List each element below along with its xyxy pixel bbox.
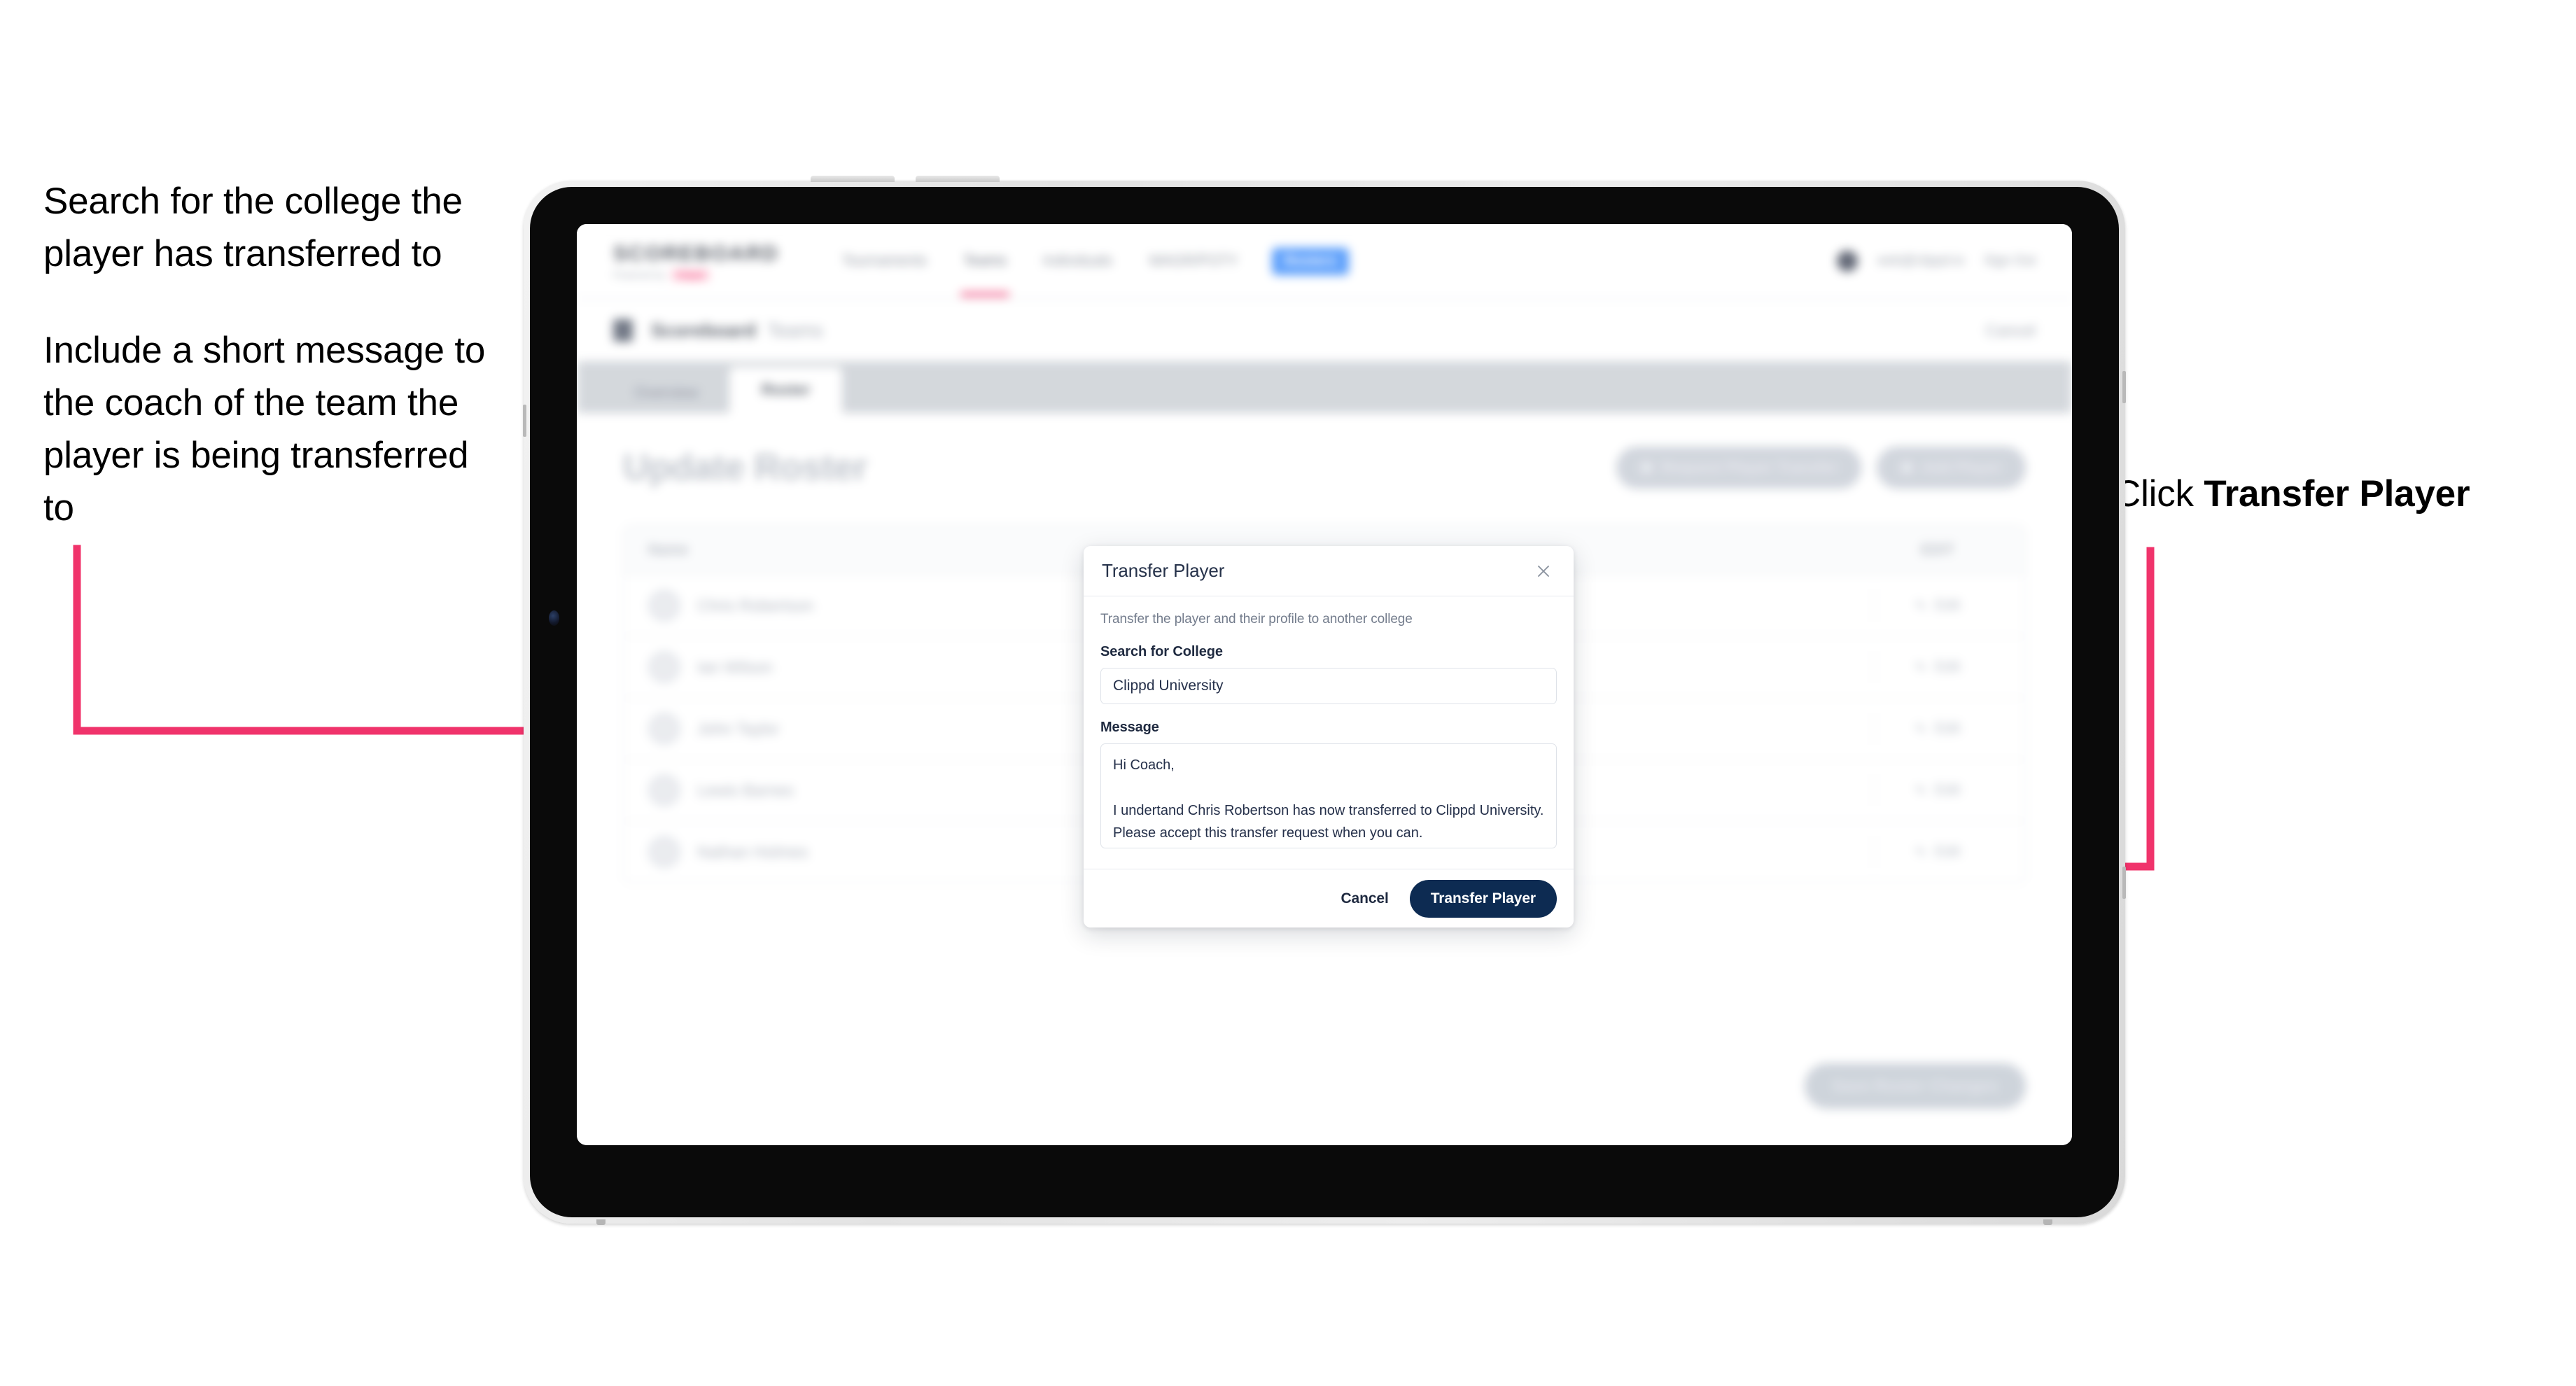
- brand-powered-by: Powered by: [613, 270, 666, 280]
- modal-footer: Cancel Transfer Player: [1084, 869, 1574, 927]
- nav-right-group: web@clippd.io Sign Out: [1837, 251, 2036, 272]
- edit-label: Edit: [1935, 720, 1961, 736]
- transfer-player-button[interactable]: Transfer Player: [1409, 879, 1557, 918]
- modal-body: Transfer the player and their profile to…: [1084, 596, 1574, 869]
- breadcrumb: Scoreboard Teams Cancel: [577, 300, 2072, 361]
- app-navbar: SCOREBOARD Powered by Clippd Tournaments…: [577, 224, 2072, 300]
- modal-title: Transfer Player: [1102, 560, 1225, 581]
- edit-label: Edit: [1935, 844, 1961, 860]
- request-player-transfer-button[interactable]: Request Player Transfer: [1616, 447, 1862, 489]
- edit-label: Edit: [1935, 782, 1961, 798]
- nav-link-teams[interactable]: Teams: [960, 226, 1009, 296]
- player-avatar: [648, 713, 680, 745]
- breadcrumb-text[interactable]: Scoreboard: [651, 320, 756, 342]
- page-header: Update Roster Request Player Transfer Ad…: [623, 447, 2026, 489]
- roster-row-edit-cell[interactable]: ✎ Edit: [1873, 713, 2001, 745]
- cancel-button[interactable]: Cancel: [1338, 885, 1391, 913]
- brand-subtitle: Powered by Clippd: [613, 269, 779, 281]
- avatar[interactable]: [1837, 251, 1858, 272]
- roster-row-edit-cell[interactable]: ✎ Edit: [1873, 589, 2001, 622]
- pencil-icon: ✎: [1913, 781, 1928, 799]
- search-college-input[interactable]: [1100, 668, 1557, 704]
- annotation-text-2: Include a short message to the coach of …: [43, 329, 486, 529]
- nav-user-email: web@clippd.io: [1877, 253, 1965, 268]
- right-annotation-block: Click Transfer Player: [2114, 470, 2470, 519]
- device-screen: SCOREBOARD Powered by Clippd Tournaments…: [577, 224, 2072, 1145]
- close-icon-glyph: [1538, 565, 1549, 577]
- add-player-label: Add Player: [1921, 458, 2002, 476]
- app-logo[interactable]: SCOREBOARD Powered by Clippd: [613, 242, 779, 281]
- roster-row-edit-cell[interactable]: ✎ Edit: [1873, 774, 2001, 806]
- brand-name: SCOREBOARD: [613, 241, 779, 265]
- player-avatar: [648, 589, 680, 622]
- nav-pill-rosters[interactable]: Rosters: [1271, 247, 1350, 275]
- pencil-icon: ✎: [1913, 658, 1928, 676]
- add-player-button[interactable]: Add Player: [1877, 447, 2026, 489]
- player-avatar: [648, 774, 680, 806]
- player-name: Ian Wilson: [697, 657, 773, 676]
- save-roster-changes-button[interactable]: Save Roster Changes: [1804, 1063, 2026, 1109]
- front-camera-icon: [549, 610, 559, 626]
- player-name: John Taylor: [697, 719, 780, 738]
- player-avatar: [648, 651, 680, 683]
- transfer-player-dialog: Transfer Player Transfer the player and …: [1084, 546, 1574, 927]
- building-icon: [613, 319, 633, 342]
- message-field-label: Message: [1100, 720, 1159, 735]
- page-title: Update Roster: [623, 447, 867, 488]
- breadcrumb-cancel[interactable]: Cancel: [1985, 321, 2036, 340]
- device-edge-mark-left: [523, 405, 526, 437]
- device-edge-mark-right-bottom: [2122, 867, 2126, 899]
- tablet-device-mockup: SCOREBOARD Powered by Clippd Tournaments…: [523, 176, 2126, 1225]
- pencil-icon: ✎: [1913, 843, 1928, 861]
- nav-link-wagr-poty[interactable]: WAGR/POTY: [1146, 226, 1241, 296]
- transfer-icon: [1640, 461, 1653, 474]
- annotation-text-1: Search for the college the player has tr…: [43, 181, 463, 275]
- sign-out-button[interactable]: Sign Out: [1984, 253, 2036, 269]
- player-avatar: [648, 836, 680, 868]
- left-annotation-block: Search for the college the player has tr…: [43, 175, 491, 535]
- roster-row-edit-cell[interactable]: ✎ Edit: [1873, 836, 2001, 868]
- device-edge-mark-right-top: [2122, 371, 2126, 403]
- tab-overview[interactable]: Overview: [610, 372, 722, 413]
- column-header-edit: EDIT: [1921, 542, 1954, 558]
- field-spacer: [1100, 704, 1557, 720]
- college-field-label: Search for College: [1100, 644, 1223, 659]
- player-name: Nathan Holmes: [697, 842, 808, 861]
- tab-bar: Overview Roster: [577, 361, 2072, 413]
- device-foot-left: [596, 1219, 606, 1225]
- close-icon[interactable]: [1532, 559, 1555, 583]
- volume-up-button[interactable]: [811, 176, 895, 182]
- nav-link-individuals[interactable]: Individuals: [1040, 226, 1115, 296]
- request-player-transfer-label: Request Player Transfer: [1661, 458, 1838, 476]
- pencil-icon: ✎: [1913, 596, 1928, 615]
- page-header-actions: Request Player Transfer Add Player: [1616, 447, 2026, 489]
- roster-row-edit-cell[interactable]: ✎ Edit: [1873, 651, 2001, 683]
- annotation-click-target: Transfer Player: [2204, 473, 2470, 514]
- modal-header: Transfer Player: [1084, 546, 1574, 596]
- message-textarea[interactable]: [1100, 743, 1557, 848]
- brand-chip: Clippd: [671, 269, 710, 281]
- player-name: Chris Robertson: [697, 596, 814, 615]
- player-name: Lewis Barnes: [697, 780, 794, 799]
- volume-down-button[interactable]: [916, 176, 1000, 182]
- modal-panel: Transfer Player Transfer the player and …: [1084, 546, 1574, 927]
- tab-roster[interactable]: Roster: [729, 367, 843, 413]
- edit-label: Edit: [1935, 659, 1961, 675]
- breadcrumb-team[interactable]: Teams: [767, 320, 823, 342]
- modal-description: Transfer the player and their profile to…: [1100, 612, 1413, 626]
- edit-label: Edit: [1935, 597, 1961, 613]
- plus-icon: [1900, 461, 1914, 474]
- pencil-icon: ✎: [1913, 720, 1928, 738]
- nav-link-tournaments[interactable]: Tournaments: [839, 226, 930, 296]
- device-foot-right: [2043, 1219, 2052, 1225]
- annotation-click-prefix: Click: [2114, 473, 2204, 514]
- nav-links: Tournaments Teams Individuals WAGR/POTY …: [839, 226, 1350, 296]
